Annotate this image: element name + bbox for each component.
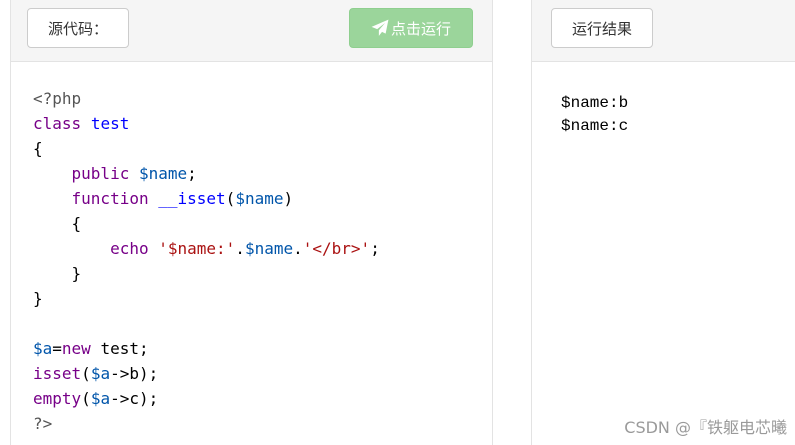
code-token: empty (33, 389, 82, 408)
code-token: = (52, 339, 62, 358)
run-button-label: 点击运行 (390, 19, 451, 38)
code-token: { (33, 214, 82, 233)
code-token: isset (33, 364, 82, 383)
code-line: empty($a->c); (33, 386, 380, 411)
code-line: { (33, 136, 380, 161)
code-token: ->b); (110, 364, 159, 383)
code-line: ?> (33, 411, 380, 436)
code-token: ->c); (110, 389, 159, 408)
code-token: class (33, 114, 82, 133)
code-line: } (33, 286, 380, 311)
paper-plane-icon (371, 19, 389, 37)
code-line: <?php (33, 86, 380, 111)
code-token: ?> (33, 414, 53, 433)
output-line: $name:b (561, 94, 629, 112)
run-button[interactable]: 点击运行 (349, 8, 473, 48)
code-token: $name (244, 239, 294, 258)
code-token: __isset (158, 189, 226, 208)
code-token: $name (138, 164, 188, 183)
code-token: ; (187, 164, 197, 183)
code-token: test (90, 114, 130, 133)
csdn-watermark: CSDN @『铁躯电芯曦 (624, 418, 787, 437)
code-token: $a (90, 389, 111, 408)
code-token: public (71, 164, 130, 183)
code-token: $a (33, 339, 53, 358)
code-line: isset($a->b); (33, 361, 380, 386)
code-line: class test (33, 111, 380, 136)
run-result-label-button[interactable]: 运行结果 (551, 8, 653, 48)
code-token: '</br>' (302, 239, 371, 258)
run-output: $name:b $name:c (561, 92, 628, 138)
code-token: ( (81, 364, 91, 383)
code-token: ( (81, 389, 91, 408)
result-panel: 运行结果 $name:b $name:c (531, 0, 795, 445)
code-token: $name (235, 189, 284, 208)
code-token: $a (90, 364, 111, 383)
code-token: . (235, 239, 245, 258)
code-token: <?php (33, 89, 82, 108)
code-token: { (33, 139, 43, 158)
source-panel-header: 源代码： 点击运行 (11, 0, 492, 62)
code-token: function (71, 189, 149, 208)
code-line: $a=new test; (33, 336, 380, 361)
source-code-panel: 源代码： 点击运行 <?php class test { public $name;… (10, 0, 493, 445)
code-token: . (293, 239, 303, 258)
code-token: '$name:' (158, 239, 236, 258)
code-line: } (33, 261, 380, 286)
code-line: echo '$name:'.$name.'</br>'; (33, 236, 380, 261)
code-token: ) (283, 189, 294, 208)
code-token: } (33, 289, 43, 308)
code-line: function __isset($name) (33, 186, 380, 211)
code-token: } (33, 264, 82, 283)
output-line: $name:c (561, 117, 629, 135)
result-panel-header: 运行结果 (532, 0, 795, 62)
source-code-label-button[interactable]: 源代码： (27, 8, 129, 48)
code-line: { (33, 211, 380, 236)
code-token: test; (90, 339, 149, 358)
code-token: new (61, 339, 91, 358)
code-line: public $name; (33, 161, 380, 186)
code-token: echo (110, 239, 149, 258)
code-token: ( (225, 189, 236, 208)
code-token: ; (370, 239, 380, 258)
code-editor[interactable]: <?php class test { public $name; function … (33, 86, 380, 436)
